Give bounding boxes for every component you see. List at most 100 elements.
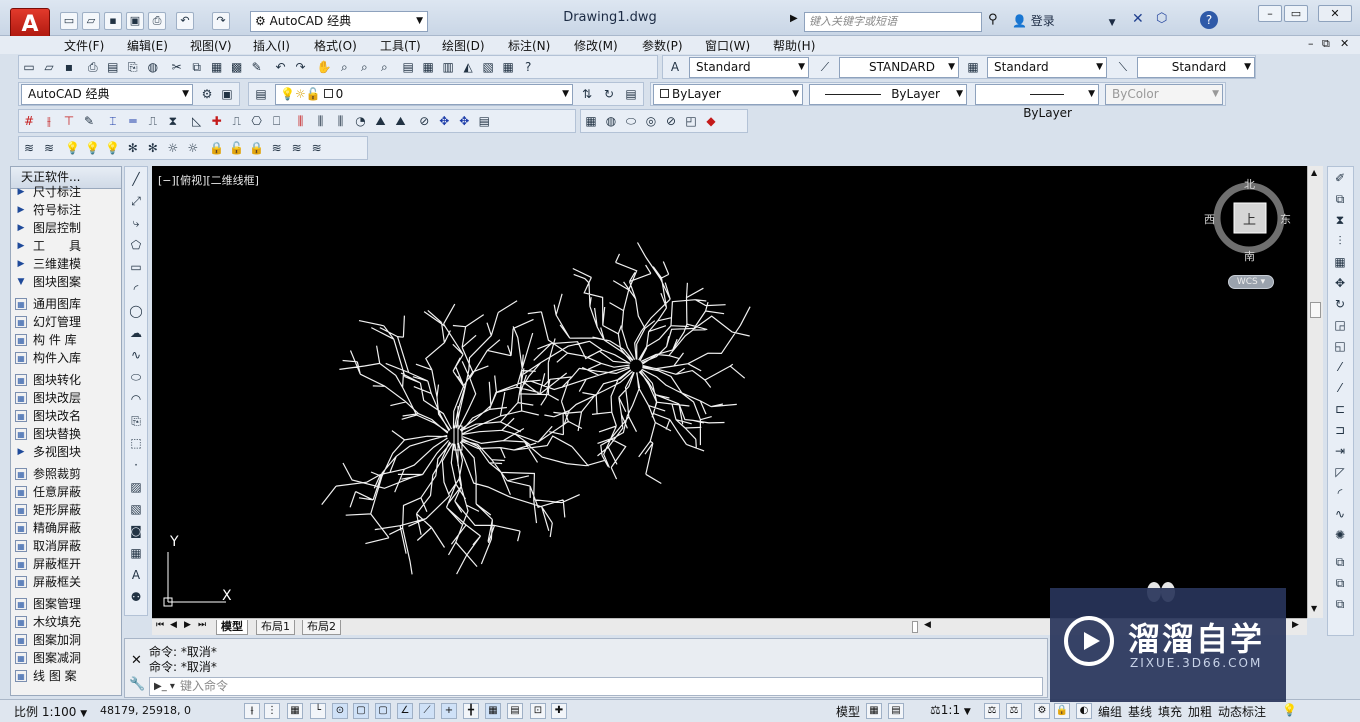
preview-icon[interactable]: ▤	[104, 58, 122, 76]
lock-yellow-icon[interactable]: 🔒	[248, 139, 266, 157]
polygon-icon[interactable]: ⬠	[127, 236, 145, 255]
box-icon[interactable]: ▦	[582, 112, 600, 130]
torus-icon[interactable]: ◎	[642, 112, 660, 130]
ellipse-arc-icon[interactable]: ◠	[127, 390, 145, 409]
toggle-bold[interactable]: 加粗	[1188, 703, 1212, 720]
ortho-icon[interactable]: └	[310, 703, 326, 719]
copy-object-icon[interactable]: ⧉	[1331, 190, 1349, 209]
palette-item[interactable]: ▦ 图案加洞	[11, 631, 121, 649]
qnew-icon[interactable]: ▭	[20, 58, 38, 76]
freeze-icon[interactable]: ✻	[124, 139, 142, 157]
help-icon[interactable]: ?	[519, 58, 537, 76]
thaw-icon[interactable]: ✻	[144, 139, 162, 157]
copy-icon[interactable]: ⧉	[188, 58, 206, 76]
menu-insert[interactable]: 插入(I)	[253, 37, 290, 54]
angle-dim-icon[interactable]: ◔	[351, 112, 369, 130]
level-mark-icon[interactable]: ⛰	[391, 112, 409, 130]
fillet-icon[interactable]: ◜	[1331, 484, 1349, 503]
open-icon[interactable]: ▱	[40, 58, 58, 76]
door-window-icon[interactable]: ⎕	[268, 112, 286, 130]
shade-icon[interactable]: ◆	[702, 112, 720, 130]
undo-icon[interactable]: ↶	[271, 58, 289, 76]
draworder-back-icon[interactable]: ⧉	[1331, 574, 1349, 593]
polyline-icon[interactable]: ⤷	[127, 214, 145, 233]
plot-icon[interactable]: ⎙	[148, 12, 166, 30]
color-select[interactable]: ByLayer ▼	[653, 84, 803, 105]
viewcube[interactable]: 北 南 东 西 上	[1204, 178, 1291, 263]
palette-item[interactable]: ▦ 图块改名	[11, 407, 121, 425]
scroll-right-icon[interactable]: ▶	[1292, 620, 1299, 630]
menu-draw[interactable]: 绘图(D)	[442, 37, 485, 54]
block-editor-icon[interactable]: ✎	[248, 58, 266, 76]
drawing-canvas[interactable]: [−][俯视][二维线框] 北 南 东 西 上 WCS ▾ Y X	[152, 166, 1307, 618]
palette-item[interactable]: ▦ 图块改层	[11, 389, 121, 407]
palette-item[interactable]: ▦ 精确屏蔽	[11, 519, 121, 537]
pan-icon[interactable]: ✋	[315, 58, 333, 76]
palette-item[interactable]: ▶ 三维建模	[11, 255, 121, 273]
sc-icon[interactable]: ⊡	[530, 703, 546, 719]
table-style-select[interactable]: Standard ▼	[987, 57, 1107, 78]
menu-window[interactable]: 窗口(W)	[705, 37, 750, 54]
paste-icon[interactable]: ▦	[208, 58, 226, 76]
expand-search-icon[interactable]: ▶	[790, 13, 798, 24]
palette-item[interactable]: ▦ 取消屏蔽	[11, 537, 121, 555]
stairs-icon[interactable]: ⎍	[144, 112, 162, 130]
viewcube-west[interactable]: 西	[1204, 211, 1215, 227]
annotation-visibility-icon[interactable]: ⚖	[984, 703, 1000, 719]
osnap-icon[interactable]: ▢	[353, 703, 369, 719]
maximize-button[interactable]: ▭	[1284, 5, 1308, 22]
close-button[interactable]: ✕	[1318, 5, 1352, 22]
palette-item[interactable]: ▶ 尺寸标注	[11, 183, 121, 201]
dim-axis-icon[interactable]: ⫼	[291, 112, 309, 130]
sun-icon[interactable]: ☼	[164, 139, 182, 157]
palette-item[interactable]: ▶ 图层控制	[11, 219, 121, 237]
3d-osnap-icon[interactable]: ▢	[375, 703, 391, 719]
palette-item[interactable]: ▦ 任意屏蔽	[11, 483, 121, 501]
door-icon[interactable]: ⎍	[228, 112, 246, 130]
workspace-select[interactable]: AutoCAD 经典 ▼	[21, 84, 193, 105]
multiline-text-icon[interactable]: A	[127, 566, 145, 585]
otrack-icon[interactable]: ∠	[397, 703, 413, 719]
scroll-down-icon[interactable]: ▼	[1311, 604, 1317, 613]
prev-tab-icon[interactable]: ◀	[170, 620, 177, 630]
doc-close-button[interactable]: ✕	[1340, 37, 1349, 50]
axis-grid-icon[interactable]: #	[20, 112, 38, 130]
menu-file[interactable]: 文件(F)	[64, 37, 104, 54]
binoculars-icon[interactable]: ⚲	[988, 12, 998, 27]
array-icon[interactable]: ▦	[1331, 253, 1349, 272]
annotation-scale[interactable]: ⚖1:1 ▼	[930, 703, 971, 717]
last-tab-icon[interactable]: ⏭	[198, 620, 206, 630]
layer-merge-icon[interactable]: ≋	[268, 139, 286, 157]
tab-model[interactable]: 模型	[216, 620, 248, 635]
doc-restore-button[interactable]: ⧉	[1322, 37, 1330, 51]
text-style-select[interactable]: Standard ▼	[689, 57, 809, 78]
quick-view-drawings-icon[interactable]: ▤	[888, 703, 904, 719]
design-center-icon[interactable]: ▦	[419, 58, 437, 76]
palette-item[interactable]: ▶ 符号标注	[11, 201, 121, 219]
dyn-icon[interactable]: +	[441, 703, 457, 719]
open-icon[interactable]: ▱	[82, 12, 100, 30]
vertical-scrollbar[interactable]: ▲ ▼	[1307, 166, 1323, 618]
am-icon[interactable]: ✚	[551, 703, 567, 719]
lineweight-select[interactable]: ByLayer ▼	[975, 84, 1099, 120]
layer-delete-icon[interactable]: ≋	[288, 139, 306, 157]
sphere-icon[interactable]: ◍	[602, 112, 620, 130]
line-icon[interactable]: ╱	[127, 170, 145, 189]
plot-icon[interactable]: ⎙	[84, 58, 102, 76]
toggle-baseline[interactable]: 基线	[1128, 703, 1152, 720]
rectangle-icon[interactable]: ▭	[127, 258, 145, 277]
palette-item[interactable]: ▦ 屏蔽框关	[11, 573, 121, 591]
palette-item[interactable]: ▦ 屏蔽框开	[11, 555, 121, 573]
axis-edit-icon[interactable]: ✎	[80, 112, 98, 130]
elevation-icon[interactable]: ⛰	[371, 112, 389, 130]
isolate-objects-icon[interactable]: 💡	[1282, 703, 1297, 717]
palette-item[interactable]: ▦ 图案减洞	[11, 649, 121, 667]
stretch-icon[interactable]: ◱	[1331, 337, 1349, 356]
erase-icon[interactable]: ✐	[1331, 169, 1349, 188]
tool-palettes-icon[interactable]: ▥	[439, 58, 457, 76]
match-props-icon[interactable]: ▩	[228, 58, 246, 76]
mirror-wall-icon[interactable]: ⧗	[164, 112, 182, 130]
arc-icon[interactable]: ◜	[127, 280, 145, 299]
ellipse-icon[interactable]: ⬭	[127, 368, 145, 387]
tpy-icon[interactable]: ▦	[485, 703, 501, 719]
